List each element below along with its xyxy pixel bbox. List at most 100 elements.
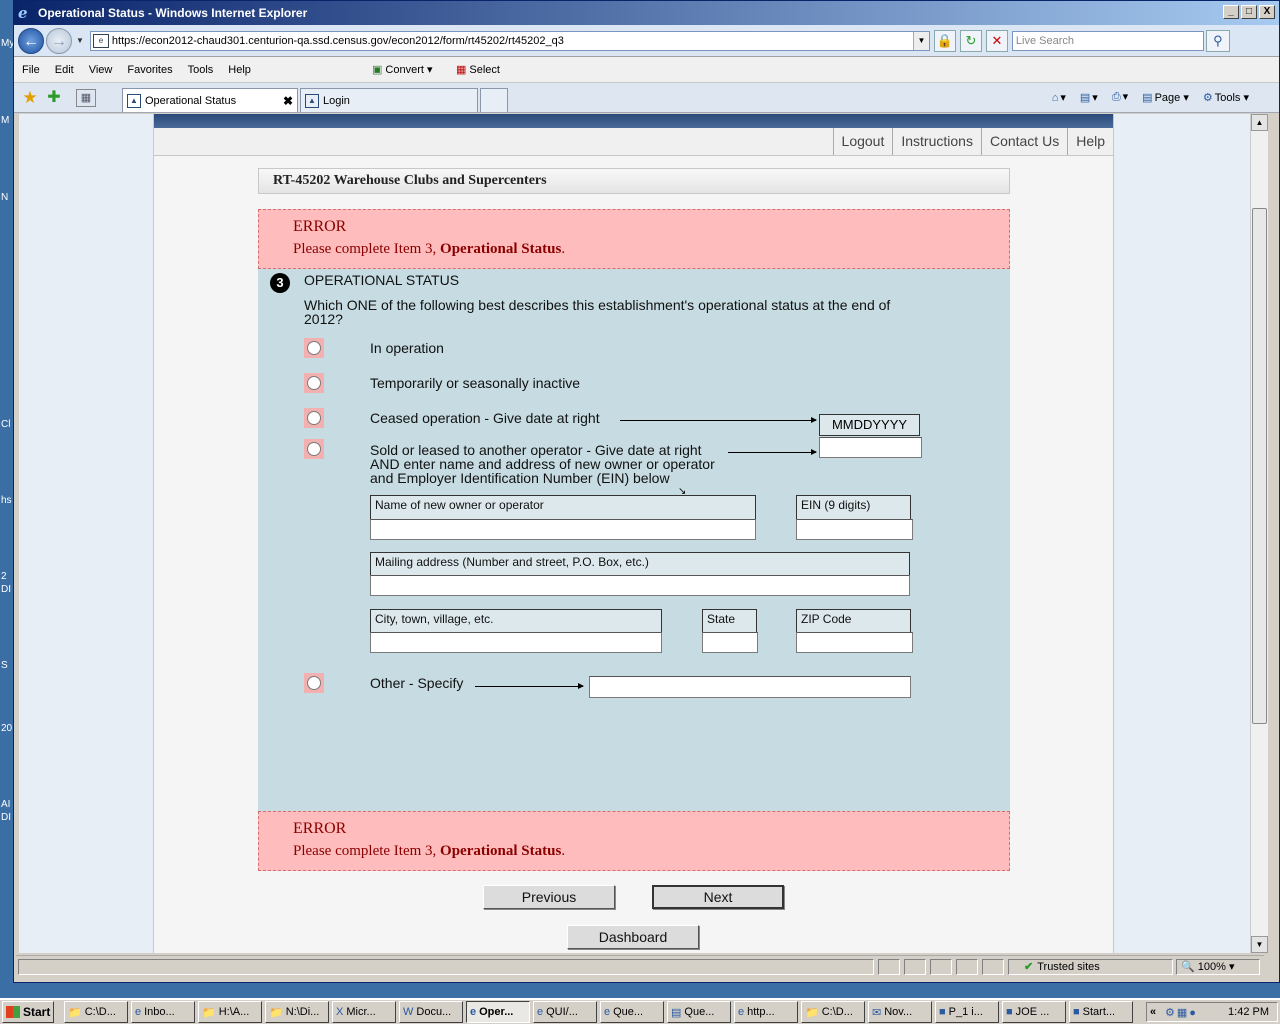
quick-tabs-icon[interactable]: ▦ bbox=[76, 88, 96, 107]
ie-icon: e bbox=[470, 1006, 477, 1018]
refresh-icon[interactable]: ↻ bbox=[959, 29, 982, 52]
radio-circle[interactable] bbox=[307, 411, 321, 425]
radio-circle[interactable] bbox=[307, 341, 321, 355]
taskbar-item[interactable]: X Micr... bbox=[332, 1001, 396, 1023]
mailing-address-input[interactable] bbox=[370, 575, 910, 596]
taskbar-buttons: 📁 C:\D... e Inbo... 📁 H:\A... 📁 N:\Di... X Mi… bbox=[64, 1001, 1136, 1023]
taskbar-item[interactable]: 📁 H:\A... bbox=[198, 1001, 262, 1023]
taskbar-item[interactable]: ■ P_1 i... bbox=[935, 1001, 999, 1023]
instructions-link[interactable]: Instructions bbox=[892, 128, 981, 155]
close-tab-icon[interactable]: ✖ bbox=[283, 94, 293, 108]
radio-ceased[interactable] bbox=[304, 408, 324, 428]
other-specify-input[interactable] bbox=[589, 676, 911, 698]
page-menu-button[interactable]: ▤ Page ▾ bbox=[1142, 91, 1189, 104]
menu-tools[interactable]: Tools bbox=[188, 64, 214, 76]
radio-circle[interactable] bbox=[307, 376, 321, 390]
taskbar-item[interactable]: e QUI/... bbox=[533, 1001, 597, 1023]
radio-inactive[interactable] bbox=[304, 373, 324, 393]
home-icon[interactable]: ⌂ ▾ bbox=[1052, 91, 1066, 104]
taskbar-item[interactable]: ✉ Nov... bbox=[868, 1001, 932, 1023]
clock: 1:42 PM bbox=[1228, 1006, 1269, 1018]
date-input[interactable] bbox=[819, 437, 922, 458]
taskbar-item[interactable]: ▤ Que... bbox=[667, 1001, 731, 1023]
dashboard-button[interactable]: Dashboard bbox=[567, 925, 699, 949]
option-sold-line: and Employer Identification Number (EIN)… bbox=[370, 470, 670, 486]
menu-file[interactable]: File bbox=[22, 64, 40, 76]
favorites-star-icon[interactable]: ★ bbox=[20, 88, 40, 108]
tab-login[interactable]: ▲ Login bbox=[300, 88, 478, 112]
history-dropdown-icon[interactable]: ▼ bbox=[76, 36, 84, 45]
print-icon[interactable]: ⎙ ▾ bbox=[1112, 90, 1128, 104]
error-banner-bottom: ERROR Please complete Item 3, Operationa… bbox=[258, 811, 1010, 871]
search-input[interactable]: Live Search bbox=[1011, 30, 1204, 51]
window-titlebar[interactable]: e Operational Status - Windows Internet … bbox=[14, 1, 1279, 25]
contact-us-link[interactable]: Contact Us bbox=[980, 128, 1067, 155]
previous-button[interactable]: Previous bbox=[483, 885, 615, 909]
menu-edit[interactable]: Edit bbox=[55, 64, 74, 76]
menu-view[interactable]: View bbox=[89, 64, 113, 76]
url-dropdown-icon[interactable]: ▼ bbox=[912, 31, 929, 50]
taskbar-item[interactable]: ■ JOE ... bbox=[1002, 1001, 1066, 1023]
radio-circle[interactable] bbox=[307, 442, 321, 456]
help-link[interactable]: Help bbox=[1067, 128, 1113, 155]
folder-icon: 📁 bbox=[269, 1006, 283, 1019]
convert-label: Convert bbox=[385, 64, 424, 76]
search-icon[interactable]: ⚲ bbox=[1205, 29, 1230, 52]
menu-help[interactable]: Help bbox=[228, 64, 251, 76]
scroll-up-icon[interactable]: ▲ bbox=[1251, 114, 1268, 131]
desktop-icon-label: 2 bbox=[1, 571, 7, 582]
back-button[interactable]: ← bbox=[18, 27, 44, 54]
check-icon: ✔ bbox=[1024, 961, 1034, 973]
zoom-control[interactable]: 🔍 100% ▾ bbox=[1181, 960, 1234, 973]
scrollbar-thumb[interactable] bbox=[1252, 208, 1267, 724]
date-format-label: MMDDYYYY bbox=[819, 414, 920, 436]
tray-icons[interactable]: ⚙▦● bbox=[1165, 1006, 1198, 1019]
owner-name-input[interactable] bbox=[370, 519, 756, 540]
radio-sold-leased[interactable] bbox=[304, 439, 324, 459]
next-button[interactable]: Next bbox=[652, 885, 784, 909]
zip-input[interactable] bbox=[796, 632, 913, 653]
tab-page-icon: ▲ bbox=[127, 93, 141, 108]
ein-input[interactable] bbox=[796, 519, 913, 540]
select-button[interactable]: ▦ Select bbox=[456, 63, 500, 76]
url-input[interactable]: e https://econ2012-chaud301.centurion-qa… bbox=[89, 30, 930, 51]
radio-other[interactable] bbox=[304, 673, 324, 693]
feeds-icon[interactable]: ▤ ▾ bbox=[1080, 91, 1098, 104]
menu-favorites[interactable]: Favorites bbox=[127, 64, 172, 76]
city-input[interactable] bbox=[370, 632, 662, 653]
taskbar-item-active[interactable]: e Oper... bbox=[466, 1001, 530, 1023]
add-favorite-icon[interactable]: ✚ bbox=[44, 88, 64, 108]
taskbar-item[interactable]: 📁 C:\D... bbox=[64, 1001, 128, 1023]
convert-button[interactable]: ▣ Convert ▾ bbox=[372, 63, 433, 76]
page-container: Logout Instructions Contact Us Help RT-4… bbox=[153, 114, 1114, 953]
status-field bbox=[982, 959, 1004, 975]
folder-icon: 📁 bbox=[805, 1006, 819, 1019]
taskbar-item[interactable]: W Docu... bbox=[399, 1001, 463, 1023]
tab-operational-status[interactable]: ▲ Operational Status ✖ bbox=[122, 88, 298, 112]
taskbar-item[interactable]: e http... bbox=[734, 1001, 798, 1023]
status-field bbox=[956, 959, 978, 975]
radio-in-operation[interactable] bbox=[304, 338, 324, 358]
minimize-button[interactable]: _ bbox=[1223, 5, 1239, 19]
forward-button[interactable]: → bbox=[46, 27, 72, 54]
tray-expand-icon[interactable]: « bbox=[1150, 1006, 1156, 1018]
start-button[interactable]: Start bbox=[2, 1001, 54, 1023]
taskbar-item[interactable]: e Inbo... bbox=[131, 1001, 195, 1023]
tools-menu-button[interactable]: ⚙ Tools ▾ bbox=[1203, 91, 1249, 104]
scroll-down-icon[interactable]: ▼ bbox=[1251, 936, 1268, 953]
maximize-button[interactable]: □ bbox=[1241, 5, 1257, 19]
new-tab-button[interactable] bbox=[480, 88, 508, 112]
vertical-scrollbar[interactable]: ▲ ▼ bbox=[1250, 114, 1268, 953]
state-input[interactable] bbox=[702, 632, 758, 653]
close-window-button[interactable]: X bbox=[1259, 5, 1275, 19]
taskbar-item[interactable]: 📁 C:\D... bbox=[801, 1001, 865, 1023]
lock-icon[interactable]: 🔒 bbox=[933, 29, 956, 52]
taskbar-item[interactable]: ■ Start... bbox=[1069, 1001, 1133, 1023]
logout-link[interactable]: Logout bbox=[832, 128, 893, 155]
radio-circle[interactable] bbox=[307, 676, 321, 690]
security-zone[interactable]: ✔ Trusted sites bbox=[1024, 960, 1100, 973]
taskbar-item[interactable]: e Que... bbox=[600, 1001, 664, 1023]
stop-icon[interactable]: ✕ bbox=[985, 29, 1008, 52]
state-label: State bbox=[702, 609, 757, 633]
taskbar-item[interactable]: 📁 N:\Di... bbox=[265, 1001, 329, 1023]
